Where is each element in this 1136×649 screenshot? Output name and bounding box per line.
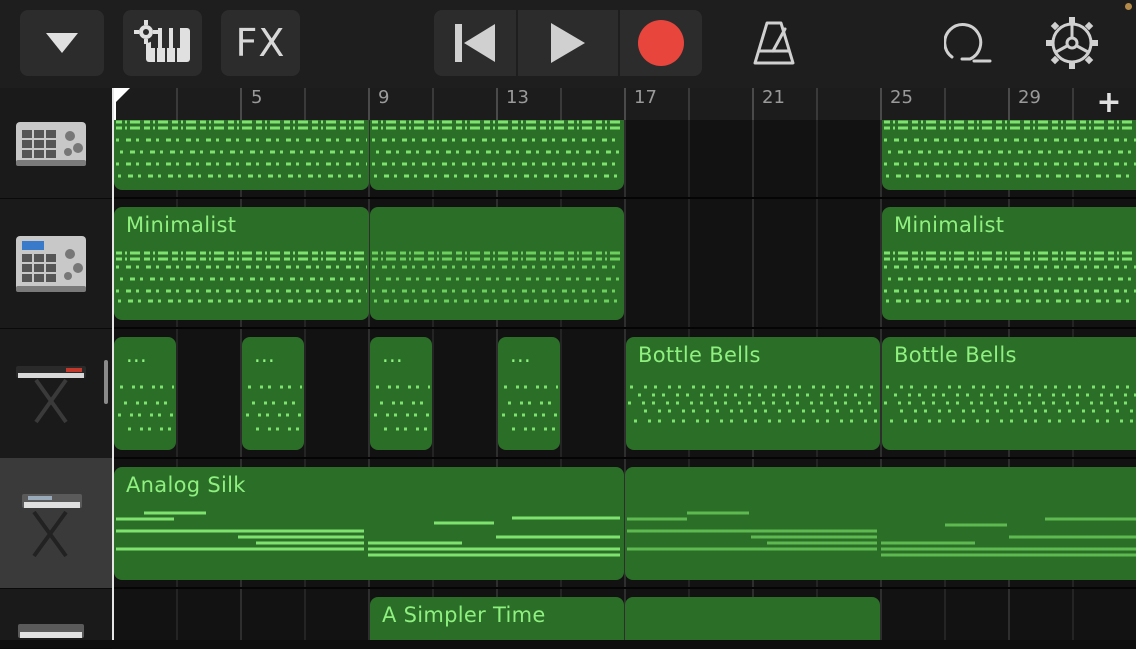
region-short-2[interactable]: ... <box>242 337 304 450</box>
region-short-3[interactable]: ... <box>370 337 432 450</box>
midi-notes <box>372 251 622 303</box>
track-header-column <box>0 88 112 649</box>
region-drums-2[interactable] <box>370 120 624 190</box>
control-bar: FX <box>0 0 1136 88</box>
keyboard-stand-icon <box>18 624 84 638</box>
lane-separator <box>114 327 1136 329</box>
midi-notes <box>372 120 622 178</box>
track-list-scrollbar[interactable] <box>104 360 108 404</box>
drum-machine-icon <box>16 122 86 166</box>
ruler-tick <box>1008 88 1010 120</box>
bar-number: 13 <box>506 87 529 108</box>
track-header-2[interactable] <box>0 198 112 329</box>
fx-button[interactable]: FX <box>221 10 300 76</box>
metronome-icon <box>753 21 795 65</box>
ruler-tick <box>624 88 626 120</box>
ruler-tick <box>688 88 690 120</box>
bar-number: 17 <box>634 87 657 108</box>
ruler-tick <box>176 88 178 120</box>
bar-number: 5 <box>251 87 263 108</box>
region-label: Analog Silk <box>126 473 246 497</box>
play-icon <box>551 23 585 63</box>
tracks-view-button[interactable] <box>20 10 104 76</box>
region-label: ... <box>254 343 275 367</box>
region-label: Bottle Bells <box>638 343 761 367</box>
ruler-tick <box>880 88 882 120</box>
region-analog-silk-2[interactable] <box>625 467 1136 580</box>
ruler-tick <box>240 88 242 120</box>
midi-notes <box>627 511 1136 557</box>
ruler-tick <box>816 88 818 120</box>
instrument-settings-button[interactable] <box>123 10 202 76</box>
lane-separator <box>114 457 1136 459</box>
settings-icon <box>1046 17 1098 69</box>
region-drums-1[interactable] <box>114 120 369 190</box>
region-bottle-bells-2[interactable]: Bottle Bells <box>882 337 1136 450</box>
region-label: A Simpler Time <box>382 603 546 627</box>
track-header-1[interactable] <box>0 88 112 199</box>
tracks-area[interactable]: Minimalist Minimalist ... ... ... ... Bo… <box>114 120 1136 640</box>
settings-button[interactable] <box>1040 10 1104 76</box>
region-simpler-time-1[interactable]: A Simpler Time <box>370 597 624 640</box>
region-short-4[interactable]: ... <box>498 337 560 450</box>
lane-separator <box>114 587 1136 589</box>
ruler-tick <box>1072 88 1074 120</box>
track-header-4-selected[interactable] <box>0 458 112 589</box>
transport-controls <box>434 10 702 76</box>
bar-number: 29 <box>1018 87 1041 108</box>
region-label: Bottle Bells <box>894 343 1017 367</box>
ruler-tick <box>304 88 306 120</box>
ruler-tick <box>496 88 498 120</box>
go-to-beginning-button[interactable] <box>434 10 516 76</box>
region-label: ... <box>510 343 531 367</box>
region-simpler-time-2[interactable] <box>625 597 880 640</box>
region-bottle-bells-1[interactable]: Bottle Bells <box>626 337 880 450</box>
region-label: ... <box>126 343 147 367</box>
region-minimalist-3[interactable]: Minimalist <box>882 207 1136 320</box>
gear-keyboard-icon <box>133 20 190 62</box>
ruler-tick <box>560 88 562 120</box>
bar-number: 21 <box>762 87 785 108</box>
skip-back-icon <box>455 24 495 62</box>
timeline-ruler[interactable]: 5 9 13 17 21 25 29 <box>114 87 1136 120</box>
keyboard-stand-icon <box>22 494 82 558</box>
midi-notes <box>116 120 367 178</box>
region-label: Minimalist <box>126 213 237 237</box>
midi-notes <box>884 120 1136 178</box>
play-button[interactable] <box>518 10 618 76</box>
loop-browser-button[interactable] <box>938 10 1002 76</box>
playhead-marker[interactable] <box>114 88 130 120</box>
region-analog-silk-1[interactable]: Analog Silk <box>114 467 624 580</box>
ruler-tick <box>752 88 754 120</box>
region-drums-3[interactable] <box>882 120 1136 190</box>
region-minimalist-1[interactable]: Minimalist <box>114 207 369 320</box>
loop-browser-icon <box>944 23 992 63</box>
metronome-button[interactable] <box>742 10 806 76</box>
lane-separator <box>114 197 1136 199</box>
triangle-down-icon <box>46 33 78 53</box>
region-label: Minimalist <box>894 213 1005 237</box>
record-button[interactable] <box>620 10 702 76</box>
bar-number: 25 <box>890 87 913 108</box>
region-short-1[interactable]: ... <box>114 337 176 450</box>
ruler-tick <box>432 88 434 120</box>
fx-label: FX <box>235 21 286 65</box>
record-icon <box>638 20 684 66</box>
ruler-tick <box>368 88 370 120</box>
ruler-tick <box>944 88 946 120</box>
keyboard-stand-icon <box>16 366 86 424</box>
track-header-3[interactable] <box>0 328 112 459</box>
notification-dot <box>1125 3 1132 10</box>
region-minimalist-2[interactable] <box>370 207 624 320</box>
bar-number: 9 <box>378 87 390 108</box>
add-section-button[interactable]: + <box>1082 88 1136 120</box>
drum-machine-icon <box>16 236 86 292</box>
region-label: ... <box>382 343 403 367</box>
